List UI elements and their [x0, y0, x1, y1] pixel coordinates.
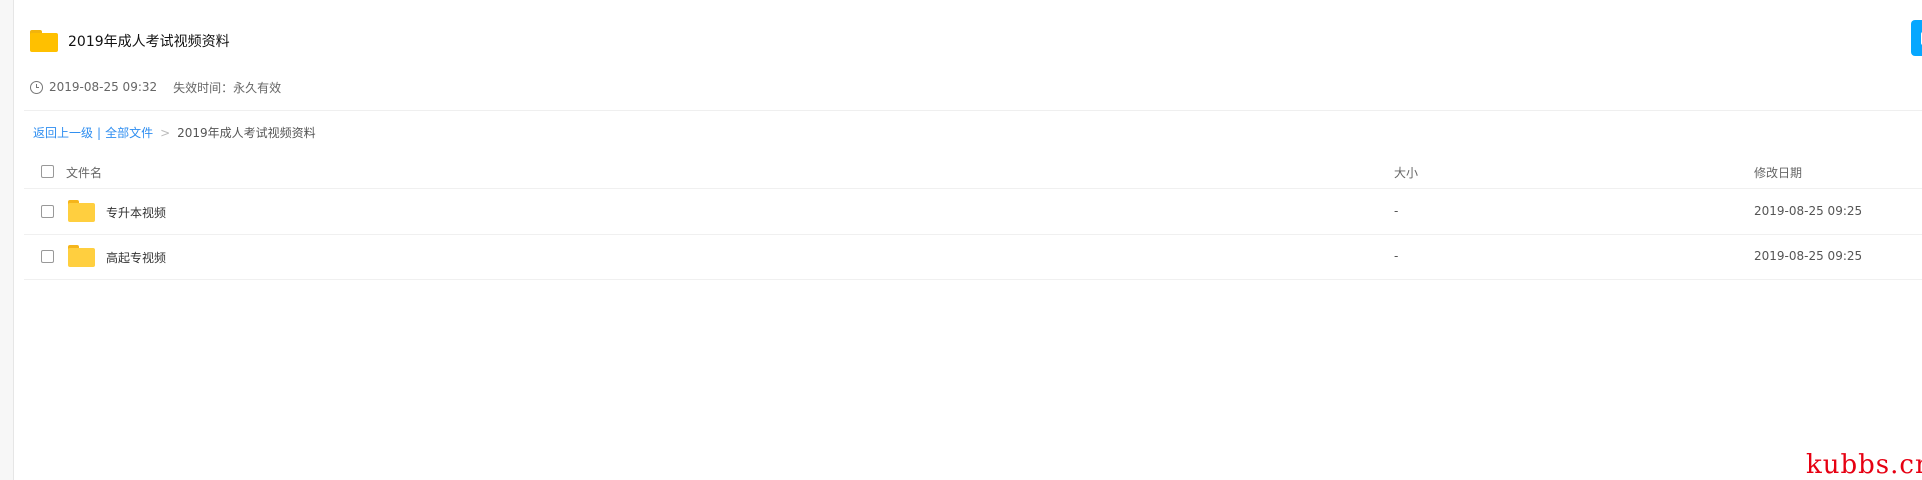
watermark: kubbs.cn — [1806, 450, 1922, 480]
folder-icon — [68, 200, 95, 222]
clock-icon — [30, 80, 43, 94]
row-checkbox[interactable] — [41, 250, 54, 263]
folder-icon — [30, 30, 58, 52]
folder-icon — [68, 245, 95, 267]
file-list-header: 文件名 大小 修改日期 — [24, 155, 1922, 189]
share-date: 2019-08-25 09:32 — [49, 80, 158, 94]
expire-label: 失效时间： — [173, 80, 234, 95]
breadcrumb-separator: | — [97, 125, 102, 140]
share-page: 2019年成人考试视频资料 2019-08-25 09:32 失效时间： 永久有… — [14, 0, 1922, 480]
expire-value: 永久有效 — [233, 80, 282, 95]
breadcrumb-current: 2019年成人考试视频资料 — [177, 126, 316, 140]
breadcrumb-all-files-link[interactable]: 全部文件 — [105, 124, 153, 141]
left-sidebar-rail — [0, 0, 14, 480]
breadcrumb: 返回上一级 | 全部文件 > 2019年成人考试视频资料 — [33, 124, 316, 141]
column-header-date[interactable]: 修改日期 — [1754, 164, 1802, 181]
select-all-checkbox[interactable] — [41, 165, 54, 178]
share-title: 2019年成人考试视频资料 — [68, 34, 230, 50]
table-row[interactable]: 高起专视频 - 2019-08-25 09:25 — [24, 235, 1922, 280]
share-meta: 2019-08-25 09:32 失效时间： 永久有效 — [30, 79, 281, 95]
file-modified-date: 2019-08-25 09:25 — [1754, 204, 1863, 218]
file-modified-date: 2019-08-25 09:25 — [1754, 249, 1863, 263]
row-checkbox[interactable] — [41, 205, 54, 218]
file-name-link[interactable]: 高起专视频 — [106, 249, 166, 266]
share-header: 2019年成人考试视频资料 — [30, 26, 230, 56]
breadcrumb-arrow: > — [160, 125, 171, 140]
file-size: - — [1394, 249, 1399, 263]
divider — [24, 110, 1922, 111]
column-header-size[interactable]: 大小 — [1394, 164, 1418, 181]
file-name-link[interactable]: 专升本视频 — [106, 204, 166, 221]
breadcrumb-back-link[interactable]: 返回上一级 — [33, 124, 93, 141]
table-row[interactable]: 专升本视频 - 2019-08-25 09:25 — [24, 190, 1922, 235]
file-size: - — [1394, 204, 1399, 218]
save-to-drive-button[interactable] — [1911, 20, 1922, 56]
column-header-name[interactable]: 文件名 — [66, 164, 102, 181]
